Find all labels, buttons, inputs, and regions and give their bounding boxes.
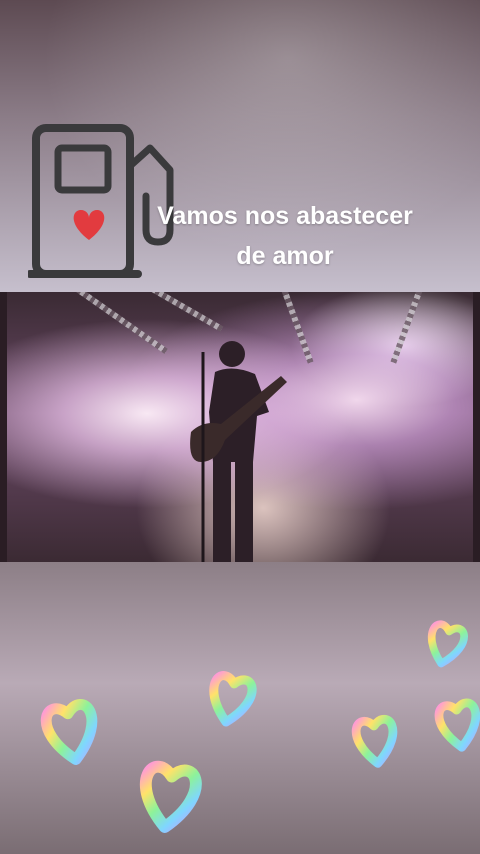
rainbow-heart-icon xyxy=(44,703,98,764)
performer-silhouette xyxy=(190,341,287,562)
caption-line-2: de amor xyxy=(236,242,334,270)
rainbow-heart-icon xyxy=(438,702,480,750)
caption-line-1: Vamos nos abastecer xyxy=(157,202,413,230)
rainbow-heart-icon xyxy=(425,623,466,668)
rainbow-heart-icon xyxy=(355,718,396,765)
rainbow-heart-icon xyxy=(140,765,198,830)
story-caption: Vamos nos abastecer de amor xyxy=(140,196,430,276)
concert-video[interactable] xyxy=(0,292,480,562)
stage-truss xyxy=(390,292,424,364)
rainbow-heart-stickers xyxy=(0,600,480,854)
video-frame xyxy=(7,292,473,562)
stage-truss xyxy=(66,292,168,354)
rainbow-heart-icon xyxy=(207,674,254,726)
